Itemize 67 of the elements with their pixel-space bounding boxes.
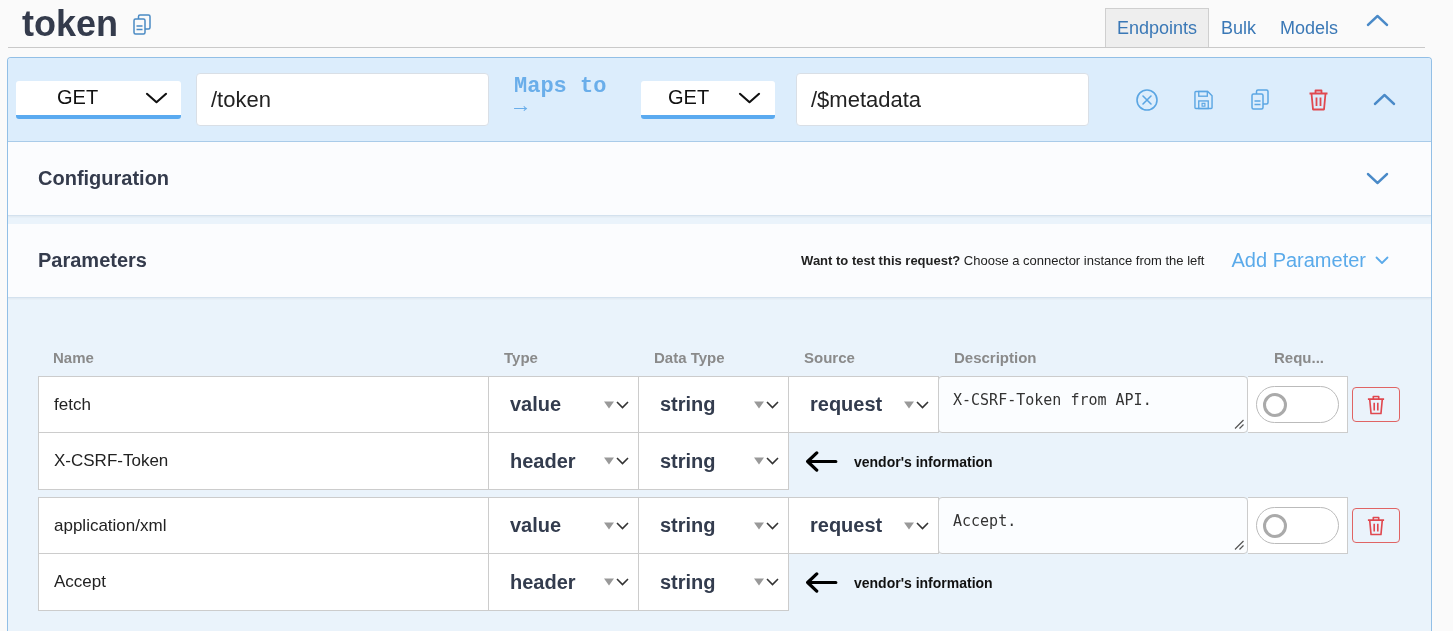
trash-icon[interactable] <box>1308 88 1329 111</box>
chevron-up-icon[interactable] <box>1366 14 1389 27</box>
close-icon[interactable] <box>1136 88 1158 111</box>
save-icon[interactable] <box>1194 89 1213 110</box>
trash-icon <box>1367 515 1385 536</box>
arrow-left-icon <box>805 572 838 593</box>
dropdown-arrow-icon <box>754 576 780 588</box>
dropdown-arrow-icon <box>604 455 630 467</box>
tab[interactable]: Bulk <box>1208 8 1268 47</box>
tab[interactable]: Endpoints <box>1104 8 1209 47</box>
delete-button[interactable] <box>1352 508 1400 543</box>
source-select[interactable]: request <box>789 497 939 554</box>
required-toggle[interactable] <box>1256 386 1339 423</box>
chevron-down-icon <box>1375 256 1389 265</box>
description-field[interactable]: Accept. <box>938 497 1248 554</box>
chevron-down-icon <box>145 91 168 104</box>
description-field[interactable]: X-CSRF-Token from API. <box>938 376 1248 433</box>
dropdown-arrow-icon <box>754 398 780 411</box>
name-field[interactable]: application/xml <box>38 497 489 554</box>
required-toggle[interactable] <box>1256 507 1339 544</box>
type-select[interactable]: value <box>489 376 639 433</box>
name-field[interactable]: Accept <box>38 554 489 611</box>
data-type-select[interactable]: string <box>639 497 789 554</box>
tab[interactable]: Models <box>1267 8 1350 47</box>
note-text: vendor's information <box>854 574 993 591</box>
chevron-up-icon[interactable] <box>1373 93 1396 106</box>
type-select[interactable]: header <box>489 554 639 611</box>
name-field[interactable]: X-CSRF-Token <box>38 433 489 490</box>
path-field[interactable]: /token <box>196 73 489 126</box>
column-header: Requ... <box>1273 348 1325 366</box>
source-select[interactable]: request <box>789 376 939 433</box>
hint-text: Want to test this request? Choose a connector instance from the left <box>801 253 1205 268</box>
page-title: token <box>22 3 118 44</box>
resize-handle-icon[interactable] <box>1234 419 1244 429</box>
dropdown-arrow-icon <box>754 455 780 467</box>
chevron-down-icon[interactable] <box>1366 172 1389 185</box>
type-select[interactable]: header <box>489 433 639 490</box>
dropdown-arrow-icon <box>904 398 930 411</box>
delete-button[interactable] <box>1352 387 1400 422</box>
dropdown-arrow-icon <box>604 576 630 588</box>
data-type-select[interactable]: string <box>639 554 789 611</box>
trash-icon <box>1367 394 1385 415</box>
section-title: Configuration <box>38 167 170 190</box>
note-text: vendor's information <box>854 453 993 470</box>
chevron-down-icon <box>738 91 761 104</box>
dropdown-arrow-icon <box>604 398 630 411</box>
copy-icon[interactable] <box>133 14 151 35</box>
column-header: Name <box>52 348 95 366</box>
section-title: Parameters <box>38 249 147 272</box>
column-header: Description <box>953 348 1038 366</box>
column-header: Data Type <box>653 348 726 366</box>
copy-icon[interactable] <box>1251 89 1269 110</box>
type-select[interactable]: value <box>489 497 639 554</box>
maps-to-label: Maps to → <box>514 76 608 117</box>
dropdown-arrow-icon <box>754 519 780 532</box>
path-field[interactable]: /$metadata <box>796 73 1089 126</box>
data-type-select[interactable]: string <box>639 433 789 490</box>
data-type-select[interactable]: string <box>639 376 789 433</box>
arrow-left-icon <box>805 451 838 472</box>
dropdown-arrow-icon <box>604 519 630 532</box>
column-header: Type <box>503 348 539 366</box>
column-header: Source <box>803 348 856 366</box>
method-select[interactable]: GET <box>641 80 775 119</box>
method-select[interactable]: GET <box>16 80 181 119</box>
resize-handle-icon[interactable] <box>1234 540 1244 550</box>
name-field[interactable]: fetch <box>38 376 489 433</box>
dropdown-arrow-icon <box>904 519 930 532</box>
